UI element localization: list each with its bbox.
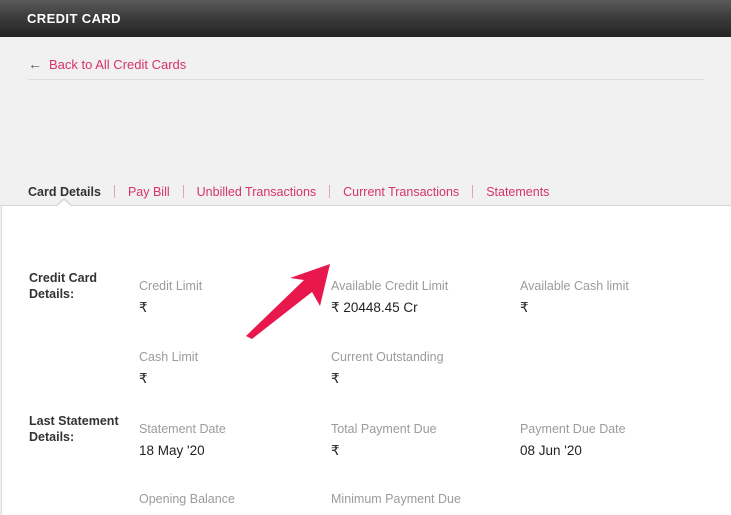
field-cash-limit: Cash Limit ₹ [139, 349, 334, 388]
field-label: Minimum Payment Due [331, 492, 461, 506]
field-value: ₹ [331, 443, 340, 458]
field-credit-limit: Credit Limit ₹ [139, 278, 334, 317]
field-available-credit-limit: Available Credit Limit ₹ 20448.45 Cr [331, 278, 526, 317]
tab-pay-bill[interactable]: Pay Bill [115, 185, 183, 199]
field-value: 08 Jun '20 [520, 443, 582, 458]
window-title-bar: CREDIT CARD [0, 0, 731, 37]
field-label: Credit Limit [139, 279, 203, 293]
field-label: Opening Balance [139, 492, 235, 506]
field-value: ₹ [139, 371, 148, 386]
tab-bar: Card Details Pay Bill Unbilled Transacti… [0, 178, 731, 205]
field-label: Statement Date [139, 422, 226, 436]
field-total-payment-due: Total Payment Due ₹ [331, 421, 526, 460]
field-value: ₹ 20448.45 Cr [331, 300, 418, 315]
tab-current-transactions[interactable]: Current Transactions [330, 185, 472, 199]
field-label: Payment Due Date [520, 422, 626, 436]
field-label: Available Cash limit [520, 279, 629, 293]
tab-statements[interactable]: Statements [473, 185, 562, 199]
page-body: ← Back to All Credit Cards Card Details … [0, 37, 731, 515]
back-to-all-credit-cards-link[interactable]: Back to All Credit Cards [49, 57, 186, 72]
back-navigation[interactable]: ← Back to All Credit Cards [28, 55, 186, 73]
card-details-panel: Credit Card Details: Credit Limit ₹ Avai… [1, 206, 731, 515]
field-opening-balance: Opening Balance ₹ [139, 491, 334, 515]
credit-card-page: CREDIT CARD ← Back to All Credit Cards C… [0, 0, 731, 515]
field-label: Current Outstanding [331, 350, 444, 364]
tab-card-details[interactable]: Card Details [28, 185, 114, 199]
field-value: ₹ [520, 300, 529, 315]
field-statement-date: Statement Date 18 May '20 [139, 421, 334, 460]
header-divider [28, 79, 704, 80]
field-payment-due-date: Payment Due Date 08 Jun '20 [520, 421, 715, 460]
field-value: ₹ [331, 371, 340, 386]
page-title: CREDIT CARD [27, 11, 121, 26]
last-statement-details-section-label: Last Statement Details: [29, 414, 119, 444]
field-value: ₹ [139, 300, 148, 315]
field-current-outstanding: Current Outstanding ₹ [331, 349, 526, 388]
field-label: Cash Limit [139, 350, 199, 364]
field-available-cash-limit: Available Cash limit ₹ [520, 278, 715, 317]
field-label: Available Credit Limit [331, 279, 449, 293]
left-arrow-icon: ← [28, 55, 42, 72]
field-label: Total Payment Due [331, 422, 437, 436]
credit-card-details-section-label: Credit Card Details: [29, 271, 98, 301]
field-value: 18 May '20 [139, 443, 205, 458]
field-minimum-payment-due: Minimum Payment Due ₹ [331, 491, 526, 515]
tab-unbilled-transactions[interactable]: Unbilled Transactions [184, 185, 330, 199]
